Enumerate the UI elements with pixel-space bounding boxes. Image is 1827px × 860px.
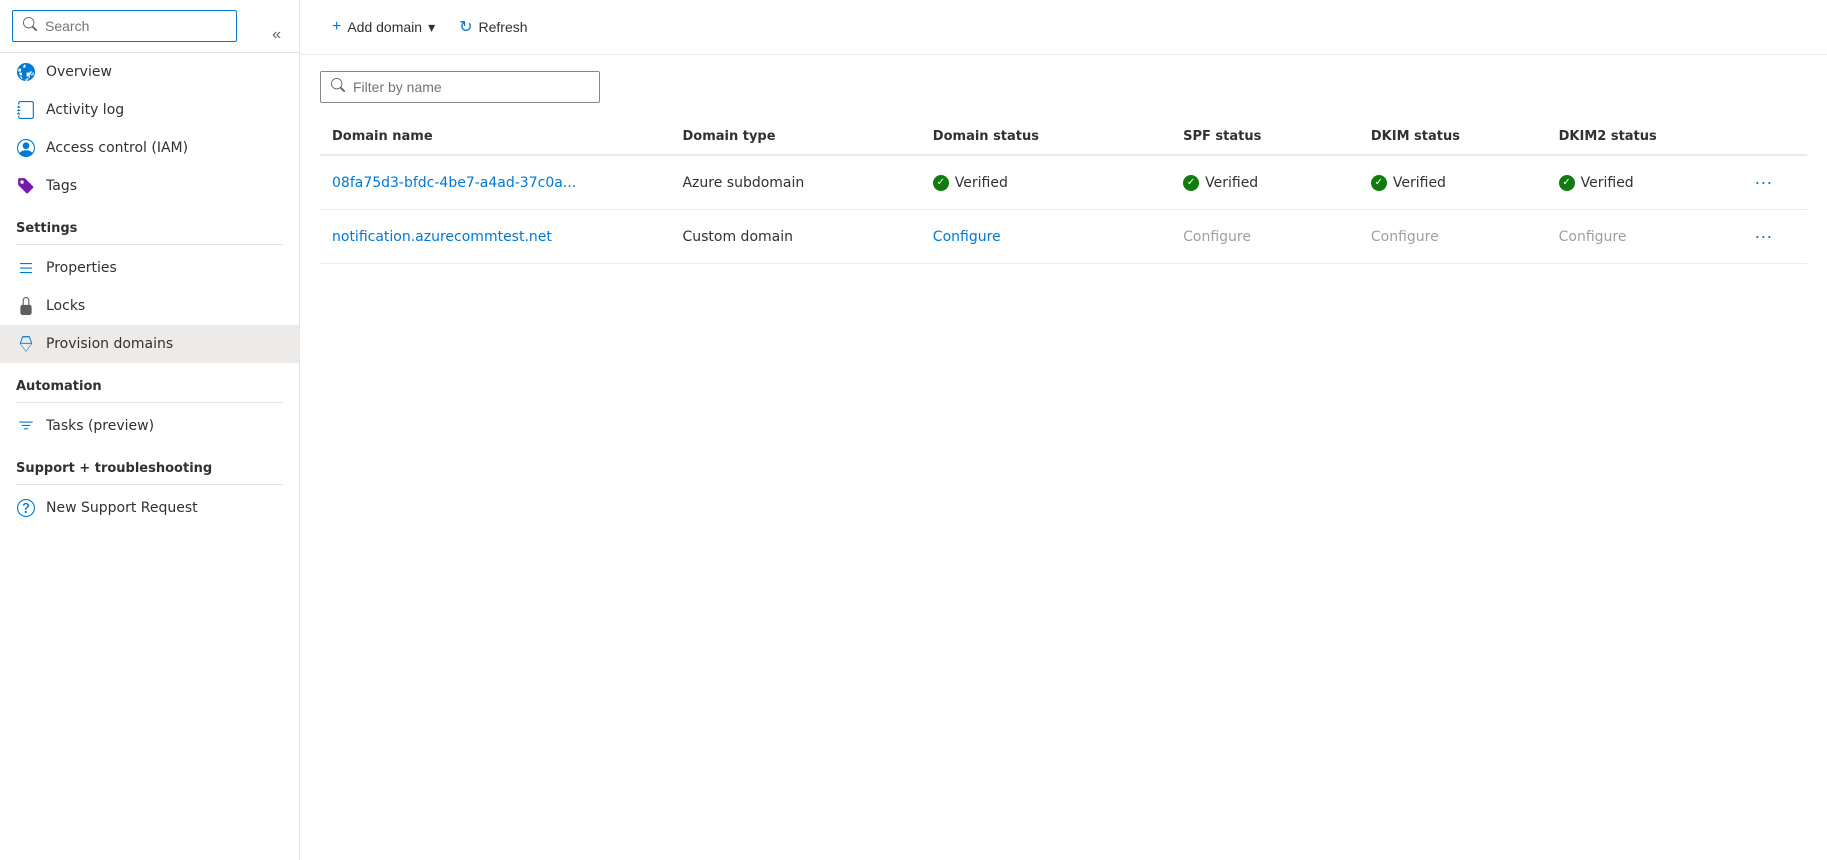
col-header-actions [1734,119,1807,155]
sidebar-item-tasks[interactable]: Tasks (preview) [0,407,299,445]
col-header-dkim2-status: DKIM2 status [1547,119,1735,155]
add-domain-button[interactable]: + Add domain ▾ [320,11,447,43]
cell-domain-name-2[interactable]: notification.azurecommtest.net [320,210,670,264]
filter-icon [331,78,345,96]
dkim-configure-2: Configure [1371,229,1439,245]
support-section-label: Support + troubleshooting [0,445,299,480]
cell-spf-2: Configure [1171,210,1359,264]
dkim-status-text-1: Verified [1393,175,1446,191]
automation-divider [16,402,283,403]
cell-domain-status-2[interactable]: Configure [921,210,1171,264]
collapse-sidebar-button[interactable]: « [272,26,281,44]
cell-dkim-1: Verified [1359,155,1547,210]
sidebar-item-locks[interactable]: Locks [0,287,299,325]
add-domain-label: Add domain [347,19,422,35]
sidebar-item-label-support: New Support Request [46,500,198,516]
cell-dkim-2: Configure [1359,210,1547,264]
sidebar-item-label-properties: Properties [46,260,117,276]
col-header-dkim-status: DKIM status [1359,119,1547,155]
content-area: Domain name Domain type Domain status SP… [300,55,1827,860]
tasks-icon [16,416,36,436]
sidebar-item-tags[interactable]: Tags [0,167,299,205]
row-actions-button-1[interactable]: ··· [1746,168,1780,197]
sidebar-item-label-iam: Access control (IAM) [46,140,188,156]
search-icon [23,17,37,35]
globe-icon [16,62,36,82]
sidebar-item-activity-log[interactable]: Activity log [0,91,299,129]
col-header-domain-status: Domain status [921,119,1171,155]
spf-verified-icon-1 [1183,175,1199,191]
cell-dkim2-1: Verified [1547,155,1735,210]
settings-divider [16,244,283,245]
verified-icon-1 [933,175,949,191]
sidebar-item-label-activity-log: Activity log [46,102,124,118]
domain-name-link-1[interactable]: 08fa75d3-bfdc-4be7-a4ad-37c0a... [332,175,576,191]
support-icon [16,498,36,518]
filter-input[interactable] [353,79,589,95]
dkim2-status-text-1: Verified [1581,175,1634,191]
filter-box[interactable] [320,71,600,103]
sidebar-item-label-tasks: Tasks (preview) [46,418,154,434]
lock-icon [16,296,36,316]
support-divider [16,484,283,485]
sidebar-item-label-locks: Locks [46,298,85,314]
row-actions-button-2[interactable]: ··· [1746,222,1780,251]
cell-domain-name-1[interactable]: 08fa75d3-bfdc-4be7-a4ad-37c0a... [320,155,670,210]
dkim2-configure-2: Configure [1559,229,1627,245]
refresh-button[interactable]: ↻ Refresh [447,10,539,44]
person-icon [16,138,36,158]
spf-configure-2: Configure [1183,229,1251,245]
refresh-icon: ↻ [459,17,472,37]
notebook-icon [16,100,36,120]
automation-section-label: Automation [0,363,299,398]
plus-icon: + [332,18,341,36]
col-header-domain-name: Domain name [320,119,670,155]
cell-actions-1[interactable]: ··· [1734,155,1807,210]
spf-status-text-1: Verified [1205,175,1258,191]
dkim2-verified-icon-1 [1559,175,1575,191]
cell-domain-type-1: Azure subdomain [670,155,920,210]
search-container: « [0,0,299,53]
domains-table: Domain name Domain type Domain status SP… [320,119,1807,264]
sidebar-item-access-control[interactable]: Access control (IAM) [0,129,299,167]
col-header-domain-type: Domain type [670,119,920,155]
cell-domain-type-2: Custom domain [670,210,920,264]
cell-spf-1: Verified [1171,155,1359,210]
configure-link-2[interactable]: Configure [933,229,1001,245]
search-box[interactable] [12,10,237,42]
search-input[interactable] [45,18,226,34]
domain-status-text-1: Verified [955,175,1008,191]
cell-actions-2[interactable]: ··· [1734,210,1807,264]
sidebar-item-provision-domains[interactable]: Provision domains [0,325,299,363]
table-row: notification.azurecommtest.net Custom do… [320,210,1807,264]
bars-icon [16,258,36,278]
sidebar-item-label-tags: Tags [46,178,77,194]
cell-domain-status-1: Verified [921,155,1171,210]
sidebar: « Overview Activity log Access contr [0,0,300,860]
cell-dkim2-2: Configure [1547,210,1735,264]
filter-row [320,71,1807,103]
domain-name-link-2[interactable]: notification.azurecommtest.net [332,229,552,245]
diamond-icon [16,334,36,354]
dkim-verified-icon-1 [1371,175,1387,191]
sidebar-item-overview[interactable]: Overview [0,53,299,91]
chevron-down-icon: ▾ [428,19,435,36]
sidebar-item-properties[interactable]: Properties [0,249,299,287]
sidebar-item-label-provision-domains: Provision domains [46,336,173,352]
toolbar: + Add domain ▾ ↻ Refresh [300,0,1827,55]
col-header-spf-status: SPF status [1171,119,1359,155]
table-row: 08fa75d3-bfdc-4be7-a4ad-37c0a... Azure s… [320,155,1807,210]
settings-section-label: Settings [0,205,299,240]
sidebar-item-label-overview: Overview [46,64,112,80]
sidebar-item-new-support[interactable]: New Support Request [0,489,299,527]
tag-icon [16,176,36,196]
main-content: + Add domain ▾ ↻ Refresh [300,0,1827,860]
refresh-label: Refresh [479,19,528,35]
